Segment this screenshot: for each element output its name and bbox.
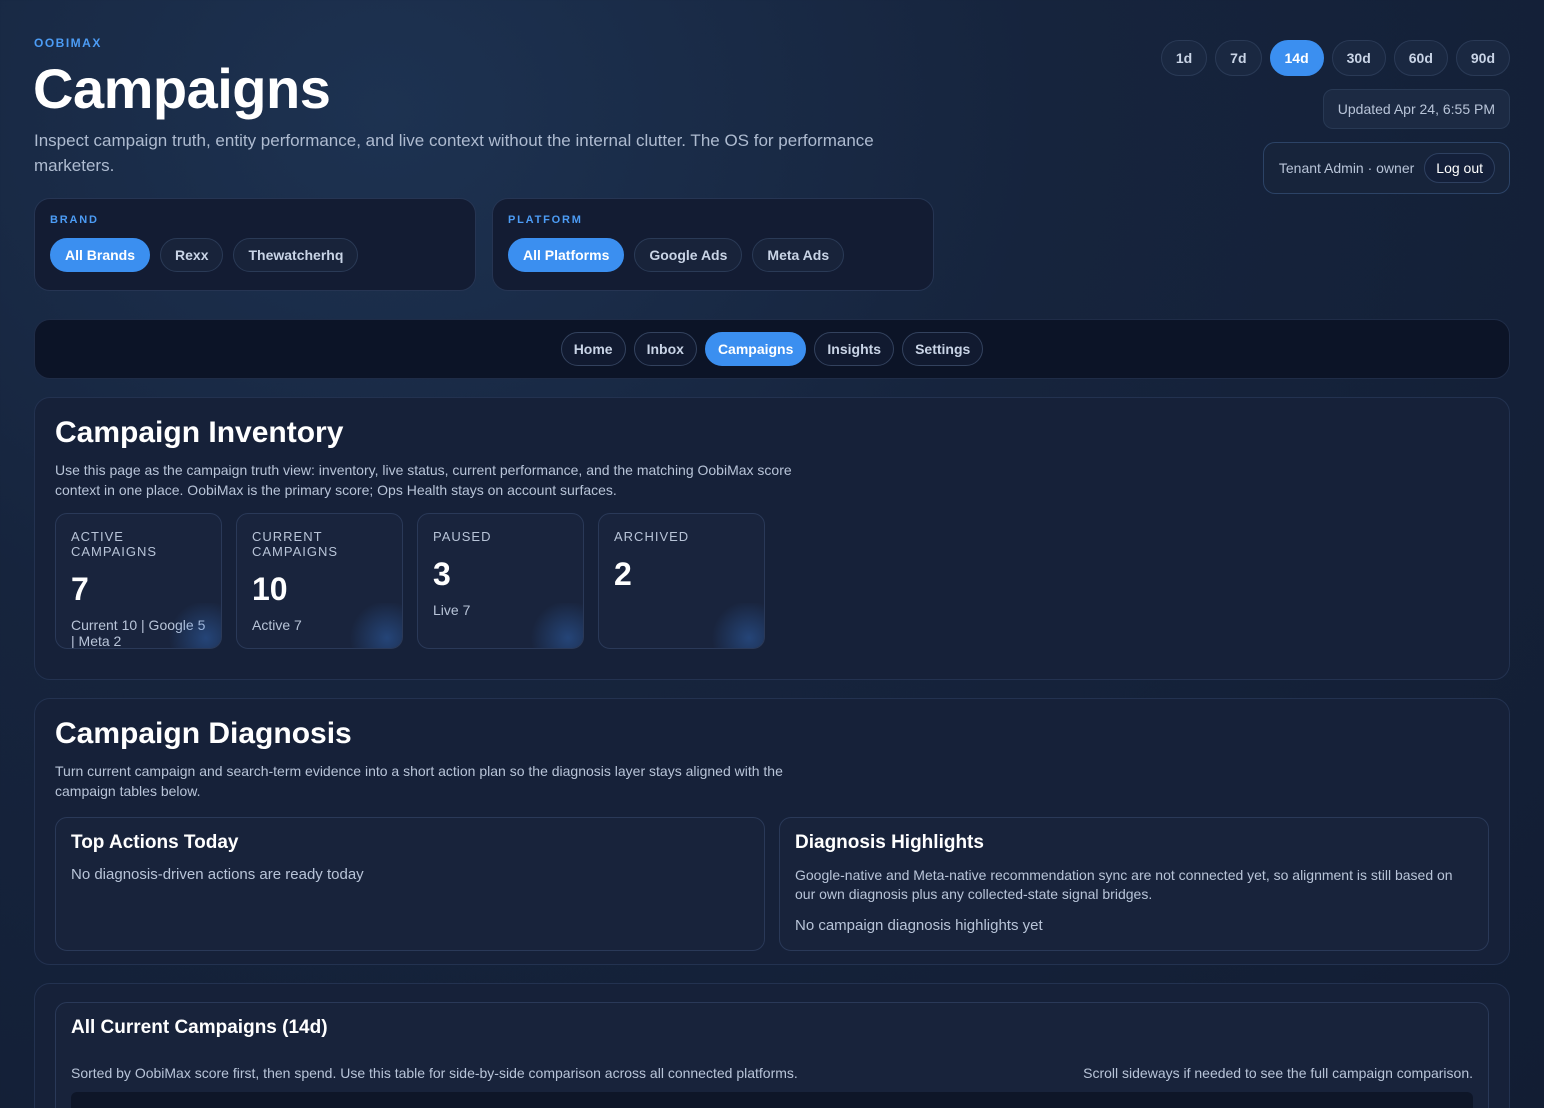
campaign-inventory-section: Campaign Inventory Use this page as the … <box>34 397 1510 680</box>
range-7d-button[interactable]: 7d <box>1215 40 1262 76</box>
brand-chip-all[interactable]: All Brands <box>50 238 151 272</box>
stat-value: 10 <box>252 571 288 607</box>
stat-label: PAUSED <box>433 529 492 544</box>
platform-chip-meta-ads[interactable]: Meta Ads <box>752 238 845 272</box>
current-campaigns-title: All Current Campaigns (14d) <box>71 1017 328 1038</box>
page-title: Campaigns <box>33 57 331 120</box>
logout-button[interactable]: Log out <box>1424 153 1495 183</box>
stat-value: 3 <box>433 556 451 592</box>
current-campaigns-table-card: All Current Campaigns (14d) Sorted by Oo… <box>55 1002 1489 1108</box>
current-campaigns-section: All Current Campaigns (14d) Sorted by Oo… <box>34 983 1510 1108</box>
diagnosis-highlights-card: Diagnosis Highlights Google-native and M… <box>779 817 1489 951</box>
inventory-title: Campaign Inventory <box>55 416 344 449</box>
brand-filter-label: BRAND <box>50 214 99 226</box>
stat-label: CURRENT CAMPAIGNS <box>252 529 339 559</box>
tab-inbox[interactable]: Inbox <box>633 332 697 366</box>
range-1d-button[interactable]: 1d <box>1160 40 1208 76</box>
tab-insights[interactable]: Insights <box>814 332 895 366</box>
diagnosis-description: Turn current campaign and search-term ev… <box>55 763 783 799</box>
updated-timestamp: Updated Apr 24, 6:55 PM <box>1322 89 1510 129</box>
highlights-text: Google-native and Meta-native recommenda… <box>795 867 1453 902</box>
campaign-diagnosis-section: Campaign Diagnosis Turn current campaign… <box>34 698 1510 965</box>
brand-chip-thewatcherhq[interactable]: Thewatcherhq <box>233 238 359 272</box>
highlights-empty: No campaign diagnosis highlights yet <box>795 917 1043 934</box>
current-campaigns-sort-note: Sorted by OobiMax score first, then spen… <box>71 1065 798 1081</box>
brand-chip-rexx[interactable]: Rexx <box>160 238 224 272</box>
platform-filter: PLATFORM All Platforms Google Ads Meta A… <box>492 198 934 291</box>
stat-card-paused: PAUSED 3 Live 7 <box>417 513 584 649</box>
current-campaigns-scroll-note: Scroll sideways if needed to see the ful… <box>1083 1065 1473 1081</box>
range-90d-button[interactable]: 90d <box>1455 40 1510 76</box>
stat-label: ARCHIVED <box>614 529 690 544</box>
range-30d-button[interactable]: 30d <box>1331 40 1386 76</box>
tab-settings[interactable]: Settings <box>902 332 984 366</box>
top-actions-empty: No diagnosis-driven actions are ready to… <box>71 866 364 883</box>
inventory-description: Use this page as the campaign truth view… <box>55 462 792 498</box>
stat-value: 7 <box>71 571 89 607</box>
brand-filter: BRAND All Brands Rexx Thewatcherhq <box>34 198 476 291</box>
brand-tag: OOBIMAX <box>34 36 102 50</box>
stat-sub: Current 10 | Google 5 | Meta 2 <box>71 617 206 649</box>
page-subtitle: Inspect campaign truth, entity performan… <box>34 131 874 175</box>
stat-card-archived: ARCHIVED 2 <box>598 513 765 649</box>
stat-sub: Active 7 <box>252 617 302 633</box>
platform-filter-label: PLATFORM <box>508 214 583 226</box>
stat-value: 2 <box>614 556 632 592</box>
tab-home[interactable]: Home <box>560 332 626 366</box>
top-actions-card: Top Actions Today No diagnosis-driven ac… <box>55 817 765 951</box>
stat-card-active: ACTIVE CAMPAIGNS 7 Current 10 | Google 5… <box>55 513 222 649</box>
tab-campaigns[interactable]: Campaigns <box>704 332 807 366</box>
main-nav: Home Inbox Campaigns Insights Settings <box>34 319 1510 379</box>
user-panel: Tenant Admin · owner Log out <box>1262 142 1510 194</box>
range-60d-button[interactable]: 60d <box>1393 40 1448 76</box>
platform-chip-all[interactable]: All Platforms <box>508 238 625 272</box>
campaign-table[interactable] <box>71 1092 1473 1108</box>
user-role-label: Tenant Admin · owner <box>1278 160 1415 176</box>
top-actions-title: Top Actions Today <box>71 832 239 853</box>
stat-sub: Live 7 <box>433 602 471 618</box>
range-14d-button[interactable]: 14d <box>1269 40 1324 76</box>
platform-chip-google-ads[interactable]: Google Ads <box>634 238 743 272</box>
stat-card-current: CURRENT CAMPAIGNS 10 Active 7 <box>236 513 403 649</box>
stat-label: ACTIVE CAMPAIGNS <box>71 529 158 559</box>
highlights-title: Diagnosis Highlights <box>795 832 984 853</box>
date-range-selector: 1d 7d 14d 30d 60d 90d <box>1160 40 1510 76</box>
diagnosis-title: Campaign Diagnosis <box>55 717 352 750</box>
